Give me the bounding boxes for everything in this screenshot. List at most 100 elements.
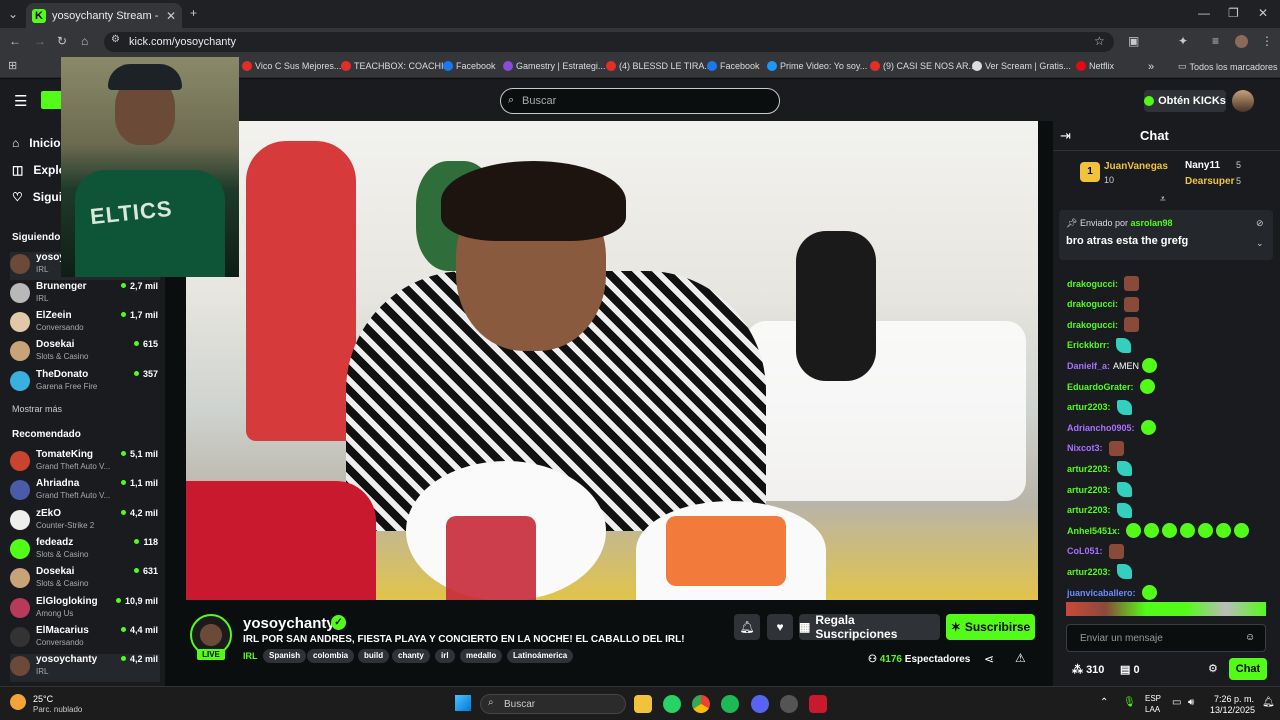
gifter-name[interactable]: Nany11: [1185, 160, 1220, 171]
collapse-chat-icon[interactable]: ⇥: [1060, 128, 1071, 144]
back-icon[interactable]: ←: [9, 34, 21, 48]
app-icon[interactable]: [780, 695, 798, 713]
sidebar-channel[interactable]: ElMacarius Conversando 4,4 mil: [10, 625, 160, 653]
notification-bell-button[interactable]: 🔔︎: [734, 614, 760, 640]
stream-tag[interactable]: irl: [435, 649, 455, 663]
bookmark-item[interactable]: (9) CASI SE NOS AR...: [870, 61, 976, 71]
whatsapp-icon[interactable]: [663, 695, 681, 713]
chat-username[interactable]: Nixcot3:: [1067, 443, 1103, 453]
emoji-icon[interactable]: ☺: [1245, 632, 1255, 643]
clock-time[interactable]: 7:26 p. m.: [1214, 694, 1254, 704]
chat-username[interactable]: drakogucci:: [1067, 279, 1118, 289]
sidebar-channel[interactable]: Ahriadna Grand Theft Auto V... 1,1 mil: [10, 478, 160, 506]
sidebar-channel[interactable]: zEkO Counter-Strike 2 4,2 mil: [10, 508, 160, 536]
video-player[interactable]: [186, 121, 1038, 600]
tab-search-icon[interactable]: ⌄: [8, 7, 18, 21]
stream-tag[interactable]: colombia: [307, 649, 355, 663]
emote-row[interactable]: [1066, 602, 1266, 616]
volume-icon[interactable]: 🔊︎: [1188, 697, 1194, 708]
bookmark-item[interactable]: Prime Video: Yo soy...: [767, 61, 867, 71]
chat-username[interactable]: CoL051:: [1067, 546, 1103, 556]
home-icon[interactable]: ⌂: [81, 34, 88, 48]
sidebar-channel[interactable]: Brunenger IRL 2,7 mil: [10, 281, 160, 309]
chat-username[interactable]: Adriancho0905:: [1067, 423, 1135, 433]
bookmark-item[interactable]: Gamestry | Estrategi...: [503, 61, 605, 71]
channel-points[interactable]: ⁂ 310: [1072, 663, 1104, 676]
extensions-puzzle-icon[interactable]: ✦: [1178, 34, 1188, 48]
stream-category[interactable]: IRL: [243, 651, 258, 661]
notifications-icon[interactable]: 🔔︎: [1262, 697, 1275, 708]
get-kicks-button[interactable]: Obtén KICKs: [1144, 90, 1226, 112]
browser-tab[interactable]: K yosoychanty Stream - Watc ✕: [26, 3, 182, 28]
bookmark-item[interactable]: Ver Scream | Gratis...: [972, 61, 1071, 71]
reload-icon[interactable]: ↻: [57, 34, 67, 48]
bookmark-item[interactable]: TEACHBOX: COACHI...: [341, 61, 451, 71]
bookmark-item[interactable]: Facebook: [443, 61, 496, 71]
chat-username[interactable]: juanvicaballero:: [1067, 588, 1136, 598]
browser-menu-icon[interactable]: ⋮: [1261, 34, 1273, 48]
bookmark-star-icon[interactable]: ☆: [1094, 34, 1105, 48]
unpin-icon[interactable]: ⊘: [1256, 218, 1264, 229]
sidebar-channel[interactable]: ElGlogloking Among Us 10,9 mil: [10, 596, 160, 624]
app-icon[interactable]: [809, 695, 827, 713]
chat-username[interactable]: artur2203:: [1067, 485, 1111, 495]
microphone-icon[interactable]: 🎙︎: [1123, 697, 1136, 708]
gifter-name[interactable]: JuanVanegas: [1104, 161, 1168, 172]
temperature[interactable]: 25°C: [33, 694, 53, 704]
send-chat-button[interactable]: Chat: [1229, 658, 1267, 680]
chevron-down-icon[interactable]: ⌄: [1256, 238, 1264, 249]
bookmark-item[interactable]: Vico C Sus Mejores...: [242, 61, 341, 71]
hamburger-menu-icon[interactable]: ☰: [14, 92, 27, 110]
chat-username[interactable]: artur2203:: [1067, 402, 1111, 412]
bookmark-item[interactable]: Netflix: [1076, 61, 1114, 71]
discord-icon[interactable]: [751, 695, 769, 713]
nav-home[interactable]: ⌂ Inicio: [12, 136, 61, 150]
chat-username[interactable]: artur2203:: [1067, 505, 1111, 515]
sidebar-channel[interactable]: yosoychanty IRL 4,2 mil: [10, 654, 160, 682]
chrome-icon[interactable]: [692, 695, 710, 713]
media-icon[interactable]: ≡: [1212, 34, 1219, 48]
sidebar-channel[interactable]: ElZeein Conversando 1,7 mil: [10, 310, 160, 338]
window-close-icon[interactable]: ✕: [1258, 6, 1268, 20]
chat-settings-icon[interactable]: ⚙: [1208, 662, 1218, 675]
minimize-icon[interactable]: —: [1198, 6, 1210, 20]
report-icon[interactable]: ⚠: [1015, 651, 1026, 665]
chat-username[interactable]: EduardoGrater:: [1067, 382, 1134, 392]
sidebar-channel[interactable]: Dosekai Slots & Casino 631: [10, 566, 160, 594]
extension-icon[interactable]: ▣: [1128, 34, 1139, 48]
chat-username[interactable]: drakogucci:: [1067, 320, 1118, 330]
all-bookmarks-folder[interactable]: ▭ Todos los marcadores: [1178, 61, 1278, 72]
bookmark-item[interactable]: (4) BLESSD LE TIRA...: [606, 61, 712, 71]
stream-tag[interactable]: Latinoámerica: [507, 649, 574, 663]
follow-heart-button[interactable]: ♥: [767, 614, 793, 640]
subscribe-button[interactable]: ✶ Suscribirse: [946, 614, 1035, 640]
address-bar[interactable]: [104, 32, 1114, 52]
spotify-icon[interactable]: [721, 695, 739, 713]
site-info-icon[interactable]: ⚙: [111, 34, 120, 45]
keyboard-language[interactable]: ESP: [1145, 694, 1161, 703]
user-avatar[interactable]: [1232, 90, 1254, 112]
stream-tag[interactable]: chanty: [392, 649, 430, 663]
stream-tag[interactable]: Spanish: [263, 649, 307, 663]
share-icon[interactable]: ⋖: [984, 652, 994, 666]
store-count[interactable]: ▤ 0: [1120, 663, 1140, 676]
taskbar-search[interactable]: [480, 694, 626, 714]
chat-username[interactable]: drakogucci:: [1067, 299, 1118, 309]
bookmark-item[interactable]: Facebook: [707, 61, 760, 71]
chat-username[interactable]: artur2203:: [1067, 567, 1111, 577]
expand-gifters-icon[interactable]: ⩡: [1160, 194, 1166, 205]
channel-name[interactable]: yosoychanty: [243, 615, 335, 632]
apps-grid-icon[interactable]: ⊞: [8, 59, 17, 72]
restore-icon[interactable]: ❐: [1228, 6, 1239, 20]
chat-username[interactable]: Erickkbrr:: [1067, 340, 1110, 350]
forward-icon[interactable]: →: [34, 34, 46, 48]
close-tab-icon[interactable]: ✕: [166, 9, 176, 23]
chat-username[interactable]: Anhel5451x:: [1067, 526, 1120, 536]
show-more-link[interactable]: Mostrar más: [12, 404, 62, 414]
sidebar-channel[interactable]: Dosekai Slots & Casino 615: [10, 339, 160, 367]
sidebar-channel[interactable]: TomateKing Grand Theft Auto V... 5,1 mil: [10, 449, 160, 477]
new-tab-icon[interactable]: +: [190, 6, 197, 20]
chevron-up-icon[interactable]: ⌃: [1100, 697, 1108, 708]
sidebar-channel[interactable]: TheDonato Garena Free Fire 357: [10, 369, 160, 397]
stream-tag[interactable]: medallo: [460, 649, 503, 663]
